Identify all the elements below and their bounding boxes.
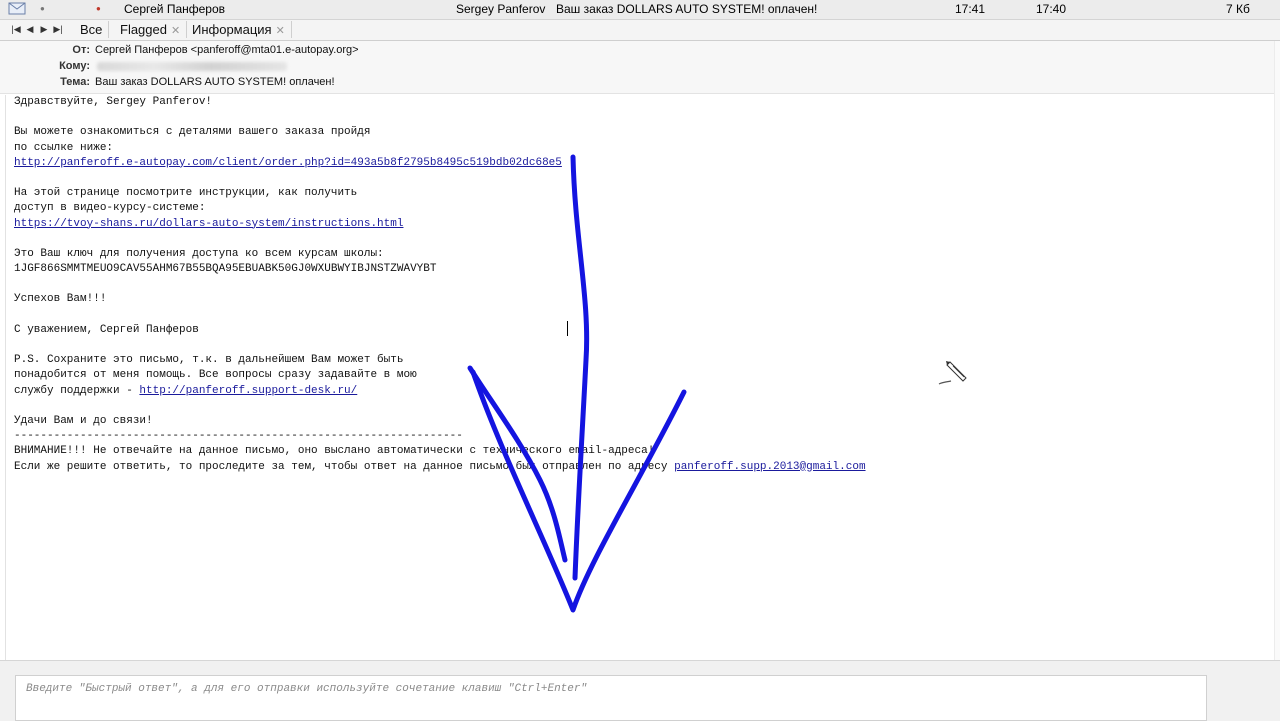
close-icon[interactable]: ✕: [276, 25, 285, 37]
last-icon[interactable]: ▶|: [52, 23, 64, 36]
subject-label: Тема:: [60, 76, 90, 88]
quick-reply-box[interactable]: [15, 675, 1207, 721]
divider: ----------------------------------------…: [14, 430, 463, 443]
message-from-name: Сергей Панферов: [124, 2, 226, 16]
next-icon[interactable]: ▶: [38, 23, 50, 36]
body-line: Это Ваш ключ для получения доступа ко вс…: [14, 247, 384, 260]
tab-flagged[interactable]: Flagged ✕: [114, 21, 188, 38]
message-time-received: 17:41: [955, 2, 986, 16]
left-border: [5, 95, 6, 660]
flag-status-icon[interactable]: ●: [96, 4, 101, 13]
body-line: Успехов Вам!!!: [14, 293, 107, 306]
scrollbar[interactable]: [1274, 41, 1280, 660]
message-list-row[interactable]: ● ● Сергей Панферов Sergey Panferov Ваш …: [0, 0, 1280, 20]
reply-note-prefix: Если же решите ответить, то проследите з…: [14, 460, 675, 473]
pen-cursor-icon: [938, 361, 967, 385]
message-body: Здравствуйте, Sergey Panferov! Вы можете…: [14, 95, 1214, 475]
close-icon[interactable]: ✕: [171, 25, 180, 37]
body-line: P.S. Сохраните это письмо, т.к. в дальне…: [14, 354, 404, 367]
from-value[interactable]: Сергей Панферов <panferoff@mta01.e-autop…: [95, 44, 359, 56]
tab-label: Информация: [192, 22, 272, 37]
to-value-blurred: [97, 62, 287, 71]
to-label: Кому:: [59, 60, 90, 72]
support-email-link[interactable]: panferoff.supp.2013@gmail.com: [674, 461, 865, 473]
tab-all[interactable]: Все: [74, 21, 110, 38]
body-line: доступ в видео-курсу-системе:: [14, 202, 206, 215]
envelope-icon: [8, 1, 26, 15]
tab-bar: |◀ ◀ ▶ ▶| Все Flagged ✕ Информация ✕: [0, 20, 1280, 41]
support-prefix: службу поддержки -: [14, 384, 140, 397]
support-link[interactable]: http://panferoff.support-desk.ru/: [139, 385, 357, 397]
subject-value: Ваш заказ DOLLARS AUTO SYSTEM! оплачен!: [95, 76, 335, 88]
instructions-link-line: https://tvoy-shans.ru/dollars-auto-syste…: [14, 217, 1214, 232]
body-line: Удачи Вам и до связи!: [14, 414, 153, 427]
tab-label: Flagged: [120, 22, 167, 37]
message-time-sent: 17:40: [1036, 2, 1067, 16]
prev-icon[interactable]: ◀: [24, 23, 36, 36]
greeting: Здравствуйте, Sergey Panferov!: [14, 96, 213, 108]
body-line: На этой странице посмотрите инструкции, …: [14, 187, 358, 200]
read-status-icon[interactable]: ●: [40, 4, 45, 13]
message-headers: От: Сергей Панферов <panferoff@mta01.e-a…: [0, 41, 1280, 94]
access-key: 1JGF866SMMTMEUO9CAV55AHM67B55BQA95EBUABK…: [14, 263, 437, 276]
order-link[interactable]: http://panferoff.e-autopay.com/client/or…: [14, 157, 562, 169]
signature: С уважением, Сергей Панферов: [14, 323, 199, 336]
body-line: Вы можете ознакомиться с деталями вашего…: [14, 126, 371, 139]
reply-note-line: Если же решите ответить, то проследите з…: [14, 460, 1214, 475]
support-line: службу поддержки - http://panferoff.supp…: [14, 384, 1214, 399]
from-label: От:: [72, 44, 90, 56]
tab-label: Все: [80, 22, 103, 37]
instructions-link[interactable]: https://tvoy-shans.ru/dollars-auto-syste…: [14, 218, 403, 230]
body-line: по ссылке ниже:: [14, 141, 114, 154]
first-icon[interactable]: |◀: [10, 23, 22, 36]
message-subject: Ваш заказ DOLLARS AUTO SYSTEM! оплачен!: [556, 2, 818, 16]
warning-line: ВНИМАНИЕ!!! Не отвечайте на данное письм…: [14, 445, 655, 458]
quick-reply-input[interactable]: [24, 682, 1198, 696]
message-size: 7 Кб: [1226, 2, 1250, 16]
quick-reply-panel: [0, 660, 1280, 721]
body-line: понадобится от меня помощь. Все вопросы …: [14, 369, 417, 382]
order-link-line: http://panferoff.e-autopay.com/client/or…: [14, 156, 1214, 171]
message-sender: Sergey Panferov: [456, 2, 546, 16]
tab-information[interactable]: Информация ✕: [186, 21, 292, 38]
text-cursor: [567, 321, 568, 336]
